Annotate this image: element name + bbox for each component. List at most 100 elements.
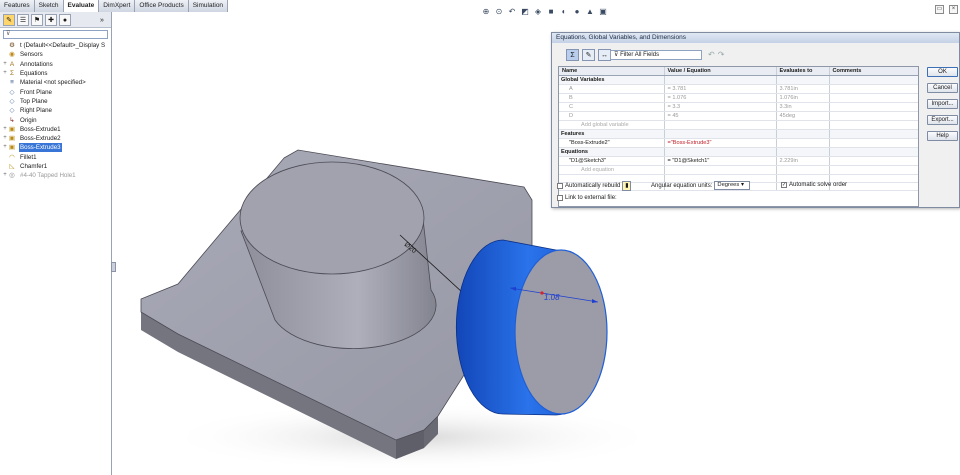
cancel-button[interactable]: Cancel xyxy=(927,83,958,93)
grid-cell-value[interactable]: = "D1@Sketch1" xyxy=(664,156,777,166)
grid-cell-value[interactable]: = 3.3 xyxy=(664,102,777,112)
grid-cell-value[interactable] xyxy=(664,165,777,175)
grid-cell-eval[interactable]: 3.781in xyxy=(776,84,830,94)
grid-section-row[interactable]: Global Variables xyxy=(559,75,918,85)
display-manager-tab-icon[interactable]: ● xyxy=(59,14,71,26)
ok-button[interactable]: OK xyxy=(927,67,958,77)
grid-cell-value[interactable]: = 45 xyxy=(664,111,777,121)
tree-item[interactable]: ↳ Origin xyxy=(2,115,111,124)
property-manager-tab-icon[interactable]: ☰ xyxy=(17,14,29,26)
grid-cell-eval[interactable]: 1.076in xyxy=(776,93,830,103)
tree-filter-input[interactable]: ⊽ xyxy=(3,30,108,39)
help-button[interactable]: Help xyxy=(927,131,958,141)
grid-cell-name[interactable]: Features xyxy=(559,129,665,139)
auto-rebuild-checkbox[interactable] xyxy=(557,183,563,189)
grid-cell-eval[interactable] xyxy=(776,75,830,85)
equation-view-button[interactable]: Σ xyxy=(566,49,579,61)
grid-cell-comment[interactable] xyxy=(829,138,918,148)
grid-cell-name[interactable]: D xyxy=(559,111,665,121)
filter-all-fields-input[interactable]: ⊽ Filter All Fields xyxy=(610,50,702,60)
sketch-equation-view-button[interactable]: ✎ xyxy=(582,49,595,61)
grid-cell-value[interactable] xyxy=(664,129,777,139)
tree-item[interactable]: + ◎ #4-40 Tapped Hole1 xyxy=(2,171,111,180)
grid-cell-value[interactable]: = 1.076 xyxy=(664,93,777,103)
grid-cell-comment[interactable] xyxy=(829,84,918,94)
grid-row[interactable]: Add equation xyxy=(559,165,918,175)
grid-row[interactable]: "D1@Sketch3" = "D1@Sketch1" 2.229in xyxy=(559,156,918,166)
tree-item[interactable]: ◇ Front Plane xyxy=(2,87,111,96)
grid-cell-name[interactable]: A xyxy=(559,84,665,94)
selected-boss-extrude3-end-face[interactable] xyxy=(514,249,608,415)
grid-cell-eval[interactable]: 45deg xyxy=(776,111,830,121)
col-comments-header[interactable]: Comments xyxy=(829,67,918,76)
tree-item[interactable]: + ▣ Boss-Extrude3 xyxy=(2,143,111,153)
dimxpert-manager-tab-icon[interactable]: ✚ xyxy=(45,14,57,26)
tree-item[interactable]: ◇ Right Plane xyxy=(2,106,111,115)
tab-features[interactable]: Features xyxy=(0,0,35,12)
configuration-manager-tab-icon[interactable]: ⚑ xyxy=(31,14,43,26)
grid-row[interactable]: "Boss-Extrude2" ="Boss-Extrude3" xyxy=(559,138,918,148)
grid-cell-comment[interactable] xyxy=(829,93,918,103)
tree-item[interactable]: + ▣ Boss-Extrude2 xyxy=(2,134,111,143)
grid-cell-eval[interactable] xyxy=(776,129,830,139)
grid-cell-comment[interactable] xyxy=(829,102,918,112)
grid-cell-comment[interactable] xyxy=(829,165,918,175)
grid-cell-comment[interactable] xyxy=(829,120,918,130)
export-button[interactable]: Export... xyxy=(927,115,958,125)
grid-row[interactable]: A = 3.781 3.781in xyxy=(559,84,918,94)
undo-redo-icons[interactable]: ↶↷ xyxy=(708,50,727,59)
tree-item[interactable]: ◉ Sensors xyxy=(2,50,111,59)
grid-row[interactable]: Add global variable xyxy=(559,120,918,130)
tab-office-products[interactable]: Office Products xyxy=(135,0,189,12)
grid-cell-value[interactable]: ="Boss-Extrude3" xyxy=(664,138,777,148)
tree-item[interactable]: + ▣ Boss-Extrude1 xyxy=(2,125,111,134)
grid-cell-name[interactable]: Add global variable xyxy=(559,120,665,130)
grid-row[interactable]: D = 45 45deg xyxy=(559,111,918,121)
dimension-value[interactable]: 1.08 xyxy=(544,293,560,302)
grid-cell-comment[interactable] xyxy=(829,129,918,139)
tree-item[interactable]: ◠ Fillet1 xyxy=(2,153,111,162)
tree-item[interactable]: ◇ Top Plane xyxy=(2,97,111,106)
grid-row[interactable]: C = 3.3 3.3in xyxy=(559,102,918,112)
grid-section-row[interactable]: Features xyxy=(559,129,918,139)
grid-cell-name[interactable]: Equations xyxy=(559,147,665,157)
tab-evaluate[interactable]: Evaluate xyxy=(63,0,100,12)
tree-item[interactable]: ◺ Chamfer1 xyxy=(2,162,111,171)
grid-cell-name[interactable]: C xyxy=(559,102,665,112)
grid-cell-name[interactable]: Global Variables xyxy=(559,75,665,85)
angular-units-select[interactable]: Degrees ▾ xyxy=(714,181,751,190)
grid-cell-comment[interactable] xyxy=(829,147,918,157)
grid-cell-comment[interactable] xyxy=(829,75,918,85)
tab-dimxpert[interactable]: DimXpert xyxy=(99,0,136,12)
grid-row[interactable]: B = 1.076 1.076in xyxy=(559,93,918,103)
tree-item[interactable]: + Σ Equations xyxy=(2,69,111,78)
import-button[interactable]: Import... xyxy=(927,99,958,109)
col-name-header[interactable]: Name xyxy=(559,67,665,76)
tab-sketch[interactable]: Sketch xyxy=(34,0,64,12)
grid-cell-eval[interactable] xyxy=(776,165,830,175)
grid-cell-name[interactable]: B xyxy=(559,93,665,103)
expand-panel-icon[interactable]: » xyxy=(96,14,108,26)
grid-cell-value[interactable]: = 3.781 xyxy=(664,84,777,94)
grid-cell-comment[interactable] xyxy=(829,111,918,121)
tree-item[interactable]: + A Annotations xyxy=(2,60,111,69)
grid-cell-name[interactable]: "D1@Sketch3" xyxy=(559,156,665,166)
col-evaluates-header[interactable]: Evaluates to xyxy=(776,67,830,76)
grid-cell-value[interactable] xyxy=(664,75,777,85)
grid-cell-name[interactable]: "Boss-Extrude2" xyxy=(559,138,665,148)
tree-item[interactable]: ⚙ t (Default<<Default>_Display S xyxy=(2,41,111,50)
auto-solve-checkbox[interactable]: ✓ xyxy=(781,182,787,188)
tab-simulation[interactable]: Simulation xyxy=(188,0,229,12)
grid-cell-value[interactable] xyxy=(664,120,777,130)
grid-cell-eval[interactable]: 3.3in xyxy=(776,102,830,112)
link-external-checkbox[interactable] xyxy=(557,195,563,201)
grid-section-row[interactable]: Equations xyxy=(559,147,918,157)
grid-cell-name[interactable]: Add equation xyxy=(559,165,665,175)
grid-cell-value[interactable] xyxy=(664,147,777,157)
grid-cell-eval[interactable] xyxy=(776,138,830,148)
grid-cell-eval[interactable] xyxy=(776,147,830,157)
grid-cell-comment[interactable] xyxy=(829,156,918,166)
feature-manager-tab-icon[interactable]: ✎ xyxy=(3,14,15,26)
rebuild-icon[interactable]: ▮ xyxy=(622,181,632,191)
grid-cell-eval[interactable]: 2.229in xyxy=(776,156,830,166)
